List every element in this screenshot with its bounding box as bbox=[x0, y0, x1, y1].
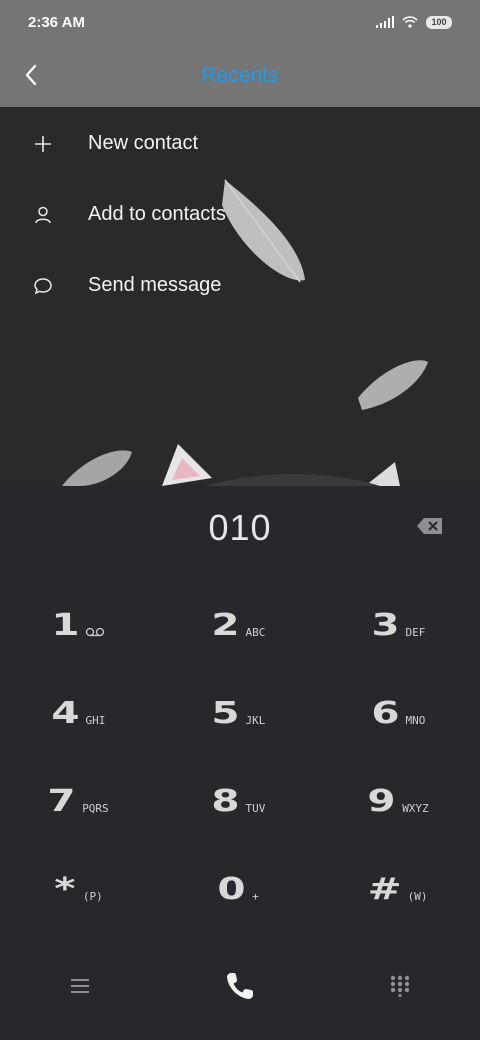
key-letters: JKL bbox=[245, 713, 266, 727]
menu-button[interactable] bbox=[0, 978, 160, 994]
dialed-number[interactable]: 010 bbox=[208, 507, 271, 549]
key-hash[interactable]: # (W) bbox=[320, 846, 480, 934]
dialpad-toggle-button[interactable] bbox=[320, 975, 480, 997]
key-9[interactable]: 9 WXYZ bbox=[320, 758, 480, 846]
key-2[interactable]: 2 ABC bbox=[160, 582, 320, 670]
key-digit: 0 bbox=[217, 872, 246, 907]
app-header: Recents bbox=[0, 44, 480, 107]
key-digit: 2 bbox=[210, 608, 240, 643]
key-0[interactable]: 0 + bbox=[160, 846, 320, 934]
key-digit: # bbox=[368, 872, 403, 907]
key-digit: 3 bbox=[370, 608, 400, 643]
add-to-contacts-row[interactable]: Add to contacts bbox=[0, 179, 480, 250]
backspace-icon[interactable] bbox=[416, 516, 444, 536]
status-time: 2:36 AM bbox=[28, 13, 85, 31]
key-letters: + bbox=[252, 889, 259, 903]
status-icons: 100 bbox=[376, 15, 452, 29]
signal-icon bbox=[376, 16, 394, 28]
key-digit: 4 bbox=[50, 696, 80, 731]
send-message-row[interactable]: Send message bbox=[0, 250, 480, 321]
status-bar: 2:36 AM 100 bbox=[0, 0, 480, 44]
dialed-number-row: 010 bbox=[0, 486, 480, 570]
chevron-left-icon bbox=[25, 64, 37, 86]
menu-item-label: Add to contacts bbox=[88, 203, 226, 225]
actions-menu: New contact Add to contacts Send message bbox=[0, 108, 480, 321]
key-8[interactable]: 8 TUV bbox=[160, 758, 320, 846]
key-4[interactable]: 4 GHI bbox=[0, 670, 160, 758]
key-3[interactable]: 3 DEF bbox=[320, 582, 480, 670]
key-star[interactable]: * (P) bbox=[0, 846, 160, 934]
plus-icon bbox=[35, 135, 51, 152]
key-letters: (W) bbox=[407, 889, 428, 903]
chat-bubble-icon bbox=[34, 277, 52, 294]
key-1[interactable]: 1 bbox=[0, 582, 160, 670]
key-digit: 7 bbox=[47, 784, 76, 819]
voicemail-icon bbox=[86, 627, 105, 637]
wifi-icon bbox=[402, 16, 418, 28]
key-letters: GHI bbox=[85, 713, 106, 727]
key-5[interactable]: 5 JKL bbox=[160, 670, 320, 758]
phone-icon bbox=[227, 973, 253, 999]
key-digit: 8 bbox=[210, 784, 240, 819]
key-letters: (P) bbox=[82, 889, 103, 903]
bottom-bar bbox=[0, 950, 480, 1022]
key-letters: DEF bbox=[405, 625, 426, 639]
person-icon bbox=[35, 206, 51, 223]
key-digit: 6 bbox=[370, 696, 400, 731]
page-title: Recents bbox=[201, 63, 279, 87]
dialpad-icon bbox=[390, 975, 410, 997]
key-digit: * bbox=[54, 872, 76, 907]
key-6[interactable]: 6 MNO bbox=[320, 670, 480, 758]
back-button[interactable] bbox=[14, 58, 48, 92]
menu-item-label: Send message bbox=[88, 274, 222, 296]
battery-icon: 100 bbox=[426, 15, 452, 29]
key-letters: PQRS bbox=[82, 801, 109, 815]
new-contact-row[interactable]: New contact bbox=[0, 108, 480, 179]
keypad: 1 2 ABC 3 DEF 4 GHI 5 JKL 6 MNO 7 PQRS 8… bbox=[0, 582, 480, 934]
key-letters: TUV bbox=[245, 801, 266, 815]
key-letters: WXYZ bbox=[402, 801, 429, 815]
key-letters: MNO bbox=[405, 713, 426, 727]
menu-icon bbox=[71, 979, 89, 993]
key-digit: 5 bbox=[210, 696, 240, 731]
key-digit: 1 bbox=[50, 608, 80, 643]
key-digit: 9 bbox=[367, 784, 396, 819]
call-button[interactable] bbox=[160, 970, 320, 1002]
menu-item-label: New contact bbox=[88, 132, 199, 154]
key-7[interactable]: 7 PQRS bbox=[0, 758, 160, 846]
key-letters: ABC bbox=[245, 625, 266, 639]
